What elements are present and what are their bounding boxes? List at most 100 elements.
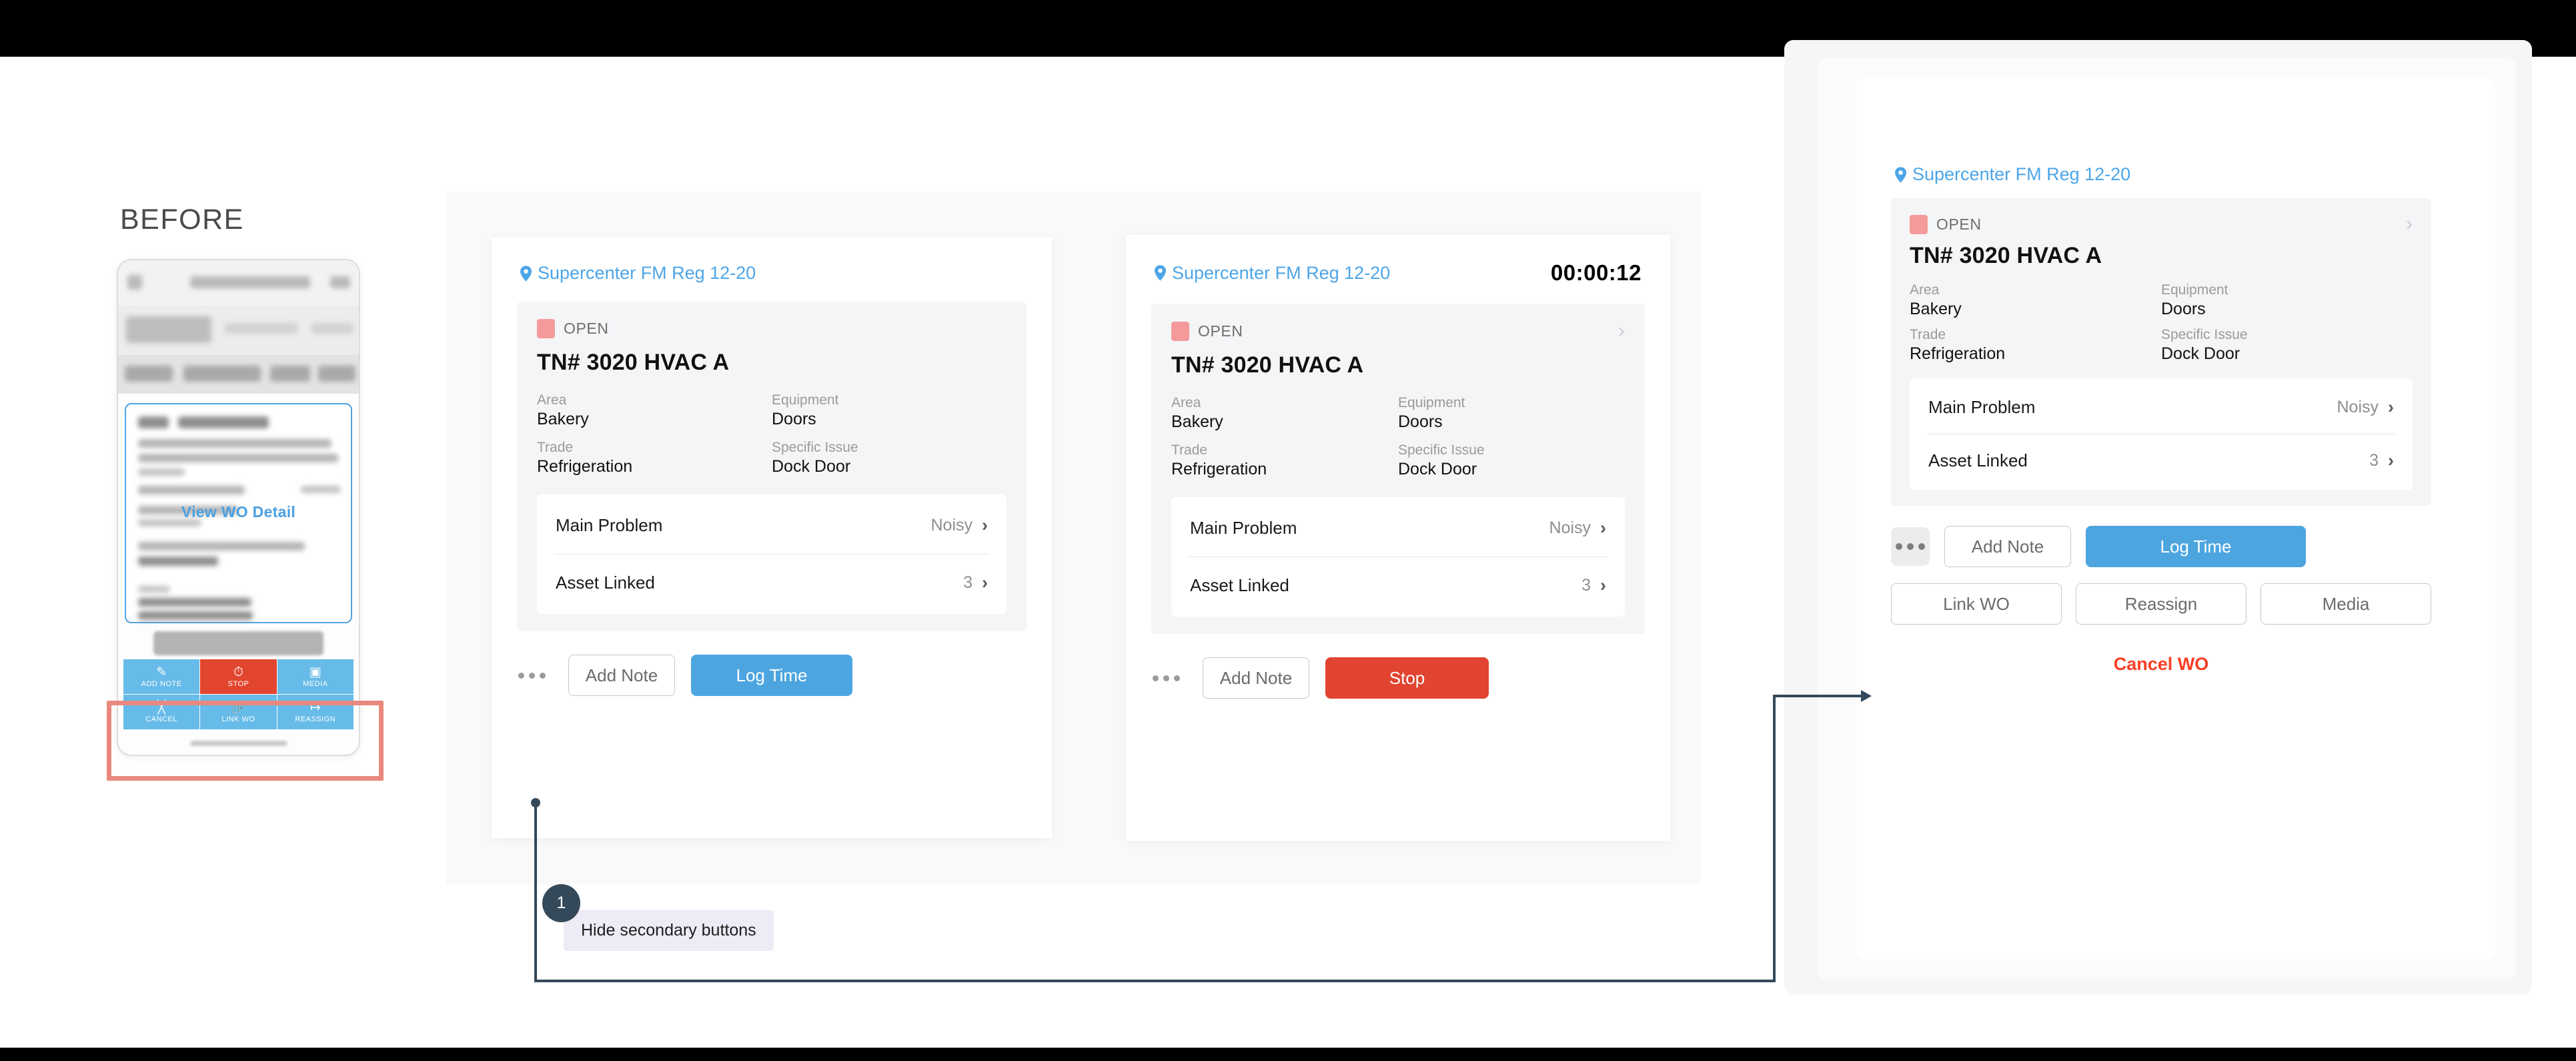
location-label: Supercenter FM Reg 12-20 <box>538 263 756 283</box>
chevron-right-icon[interactable]: › <box>1618 321 1625 341</box>
phone-cta-button[interactable] <box>153 631 324 655</box>
wo-title: TN# 3020 HVAC A <box>537 350 730 375</box>
log-time-button[interactable]: Log Time <box>2086 526 2306 567</box>
status-badge <box>1910 214 1928 234</box>
row-main-problem[interactable]: Main Problem Noisy › <box>554 497 989 554</box>
wo-card-expanded: Supercenter FM Reg 12-20 OPEN › TN# 3020… <box>1871 144 2451 892</box>
card-action-row-primary: Add Note Log Time <box>1871 506 2451 567</box>
wo-detail-list: Main Problem Noisy › Asset Linked 3 › <box>537 494 1007 614</box>
wo-title: TN# 3020 HVAC A <box>1171 352 1364 378</box>
before-phone-mockup: View WO Detail ✎ ADD NOTE ⏱ STOP ▣ MEDIA… <box>117 259 360 756</box>
meta-area: Area Bakery <box>1910 282 1962 318</box>
location-row[interactable]: Supercenter FM Reg 12-20 <box>1895 164 2130 185</box>
status-row: OPEN <box>537 319 1007 338</box>
location-label: Supercenter FM Reg 12-20 <box>1172 262 1391 283</box>
export-arrow-icon: ↦ <box>309 700 321 715</box>
link-icon: 🔗 <box>230 700 247 715</box>
before-action-grid: ✎ ADD NOTE ⏱ STOP ▣ MEDIA ╳ CANCEL 🔗 LIN… <box>123 659 354 729</box>
card-action-row: Add Note Stop <box>1126 634 1670 699</box>
row-asset-linked[interactable]: Asset Linked 3 › <box>1927 434 2395 487</box>
status-row: OPEN › <box>1171 321 1625 341</box>
annotation-badge: 1 <box>542 884 580 922</box>
ellipsis-icon[interactable] <box>1146 670 1187 687</box>
meta-equipment: Equipment Doors <box>772 392 839 428</box>
card-header: Supercenter FM Reg 12-20 00:00:12 <box>1126 235 1670 286</box>
location-label: Supercenter FM Reg 12-20 <box>1912 164 2131 184</box>
link-wo-button[interactable]: Link WO <box>1891 583 2062 625</box>
meta-equipment: Equipment Doors <box>2161 282 2228 318</box>
media-button[interactable]: Media <box>2261 583 2431 625</box>
map-pin-icon <box>1155 265 1166 281</box>
log-time-button[interactable]: Log Time <box>691 655 852 696</box>
phone-segment-bar <box>118 306 359 355</box>
ellipsis-icon[interactable] <box>1891 527 1930 566</box>
screenshot-stage: BEFORE View WO Detail ✎ ADD NOTE ⏱ STOP … <box>0 0 2576 1061</box>
wo-detail-list: Main Problem Noisy › Asset Linked 3 › <box>1171 497 1625 617</box>
add-note-button[interactable]: Add Note <box>1203 657 1309 699</box>
before-action-link-wo[interactable]: 🔗 LINK WO <box>200 695 277 729</box>
meta-specific-issue: Specific Issue Dock Door <box>772 440 858 476</box>
meta-specific-issue: Specific Issue Dock Door <box>1398 442 1485 478</box>
before-section: BEFORE View WO Detail ✎ ADD NOTE ⏱ STOP … <box>117 204 397 756</box>
cancel-wo-button[interactable]: Cancel WO <box>1871 654 2451 675</box>
stop-button[interactable]: Stop <box>1325 657 1489 699</box>
chevron-right-icon[interactable]: › <box>2406 214 2413 234</box>
card-header: Supercenter FM Reg 12-20 <box>1871 144 2451 185</box>
wo-meta-grid: Area Bakery Equipment Doors Trade Refrig… <box>1171 395 1625 479</box>
chevron-right-icon: › <box>2388 397 2394 417</box>
phone-home-indicator <box>190 741 287 746</box>
note-edit-icon: ✎ <box>156 665 167 679</box>
chevron-right-icon: › <box>982 515 988 535</box>
ellipsis-icon[interactable] <box>512 667 552 684</box>
row-main-problem[interactable]: Main Problem Noisy › <box>1927 381 2395 434</box>
reassign-button[interactable]: Reassign <box>2076 583 2246 625</box>
meta-area: Area Bakery <box>537 392 589 428</box>
status-badge <box>1171 321 1189 341</box>
before-action-cancel[interactable]: ╳ CANCEL <box>123 695 200 729</box>
status-label: OPEN <box>1936 215 1982 233</box>
wo-card-collapsed: Supercenter FM Reg 12-20 OPEN TN# 3020 H… <box>492 238 1052 838</box>
before-action-add-note[interactable]: ✎ ADD NOTE <box>123 659 200 694</box>
meta-area: Area Bakery <box>1171 395 1223 431</box>
status-label: OPEN <box>564 320 609 337</box>
meta-trade: Trade Refrigeration <box>1171 442 1267 478</box>
meta-trade: Trade Refrigeration <box>1910 327 2006 363</box>
location-row[interactable]: Supercenter FM Reg 12-20 <box>520 263 756 284</box>
chevron-right-icon: › <box>2388 450 2394 470</box>
row-main-problem[interactable]: Main Problem Noisy › <box>1189 500 1607 557</box>
meta-trade: Trade Refrigeration <box>537 440 633 476</box>
status-badge <box>537 319 555 338</box>
card-action-row: Add Note Log Time <box>492 631 1052 696</box>
map-pin-icon <box>520 265 532 282</box>
phone-topbar <box>118 260 359 306</box>
phone-wo-detail-card: View WO Detail <box>125 403 352 623</box>
view-wo-detail-link[interactable]: View WO Detail <box>126 503 351 521</box>
map-pin-icon <box>1895 166 1906 183</box>
wo-detail-list: Main Problem Noisy › Asset Linked 3 › <box>1910 378 2413 490</box>
wo-card-running: Supercenter FM Reg 12-20 00:00:12 OPEN ›… <box>1126 235 1670 841</box>
before-action-reassign[interactable]: ↦ REASSIGN <box>277 695 354 729</box>
chevron-right-icon: › <box>1600 575 1606 595</box>
location-row[interactable]: Supercenter FM Reg 12-20 <box>1155 263 1390 284</box>
wo-summary: OPEN TN# 3020 HVAC A Area Bakery Equipme… <box>517 302 1027 631</box>
wo-meta-grid: Area Bakery Equipment Doors Trade Refrig… <box>1910 282 2413 364</box>
card-header: Supercenter FM Reg 12-20 <box>492 238 1052 284</box>
cancel-box-icon: ╳ <box>157 700 165 715</box>
card-action-row-secondary: Link WO Reassign Media <box>1871 567 2451 625</box>
add-note-button[interactable]: Add Note <box>568 655 675 696</box>
annotation-label: Hide secondary buttons <box>564 910 774 951</box>
meta-equipment: Equipment Doors <box>1398 395 1465 431</box>
status-row: OPEN › <box>1910 214 2413 234</box>
phone-tab-bar <box>118 355 359 394</box>
add-note-button[interactable]: Add Note <box>1944 526 2071 567</box>
row-asset-linked[interactable]: Asset Linked 3 › <box>554 554 989 611</box>
wo-summary: OPEN › TN# 3020 HVAC A Area Bakery Equip… <box>1151 304 1645 634</box>
before-action-media[interactable]: ▣ MEDIA <box>277 659 354 694</box>
timer-display: 00:00:12 <box>1550 260 1642 285</box>
status-label: OPEN <box>1198 322 1243 340</box>
meta-specific-issue: Specific Issue Dock Door <box>2161 327 2248 363</box>
chevron-right-icon: › <box>982 573 988 593</box>
row-asset-linked[interactable]: Asset Linked 3 › <box>1189 557 1607 614</box>
before-action-stop[interactable]: ⏱ STOP <box>200 659 277 694</box>
before-title: BEFORE <box>120 204 244 236</box>
